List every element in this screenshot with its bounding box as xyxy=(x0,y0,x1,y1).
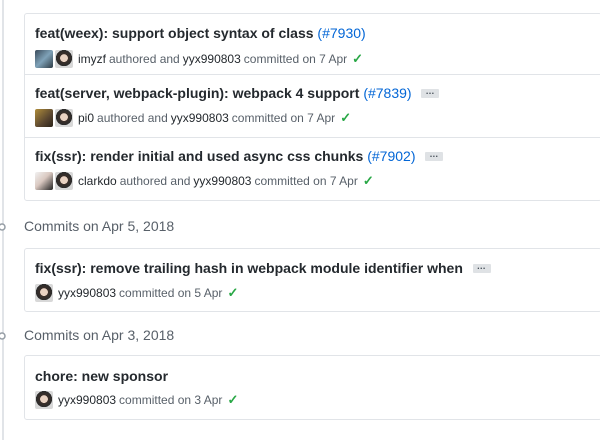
pr-link[interactable]: (#7839) xyxy=(363,85,411,101)
authored-text: authored and xyxy=(119,174,191,188)
author-avatar[interactable] xyxy=(35,284,53,302)
commit-message-link[interactable]: feat(weex): support object syntax of cla… xyxy=(35,25,314,41)
committed-date: committed on 5 Apr xyxy=(119,286,223,300)
commits-date-heading: Commits on Apr 5, 2018 xyxy=(24,218,175,234)
committer-avatar[interactable] xyxy=(55,50,73,68)
commit-group: feat(weex): support object syntax of cla… xyxy=(24,13,600,201)
ellipsis-expander-button[interactable]: … xyxy=(472,261,491,273)
check-icon[interactable]: ✓ xyxy=(340,110,351,126)
check-icon[interactable]: ✓ xyxy=(363,173,374,189)
ellipsis-expander-button[interactable]: … xyxy=(421,86,440,98)
commit-row: fix(ssr): render initial and used async … xyxy=(25,137,600,200)
author-link[interactable]: clarkdo xyxy=(78,174,117,188)
check-icon[interactable]: ✓ xyxy=(227,285,238,301)
commit-message-link[interactable]: fix(ssr): render initial and used async … xyxy=(35,148,363,164)
commit-row: feat(weex): support object syntax of cla… xyxy=(25,14,600,74)
commit-node-icon xyxy=(0,332,6,340)
commit-message-link[interactable]: fix(ssr): remove trailing hash in webpac… xyxy=(35,260,463,276)
commits-date-heading: Commits on Apr 3, 2018 xyxy=(24,327,175,343)
author-link[interactable]: pi0 xyxy=(78,111,94,125)
committed-date: committed on 7 Apr xyxy=(254,174,358,188)
commit-row: feat(server, webpack-plugin): webpack 4 … xyxy=(25,74,600,137)
committed-date: committed on 3 Apr xyxy=(119,393,223,407)
committer-link[interactable]: yyx990803 xyxy=(193,174,251,188)
commit-group: fix(ssr): remove trailing hash in webpac… xyxy=(24,248,600,312)
check-icon[interactable]: ✓ xyxy=(352,51,363,67)
commit-group: chore: new sponsor yyx990803 committed o… xyxy=(24,355,600,420)
pr-link[interactable]: (#7902) xyxy=(367,148,415,164)
check-icon[interactable]: ✓ xyxy=(227,392,238,408)
commit-message-link[interactable]: chore: new sponsor xyxy=(35,368,168,384)
authored-text: authored and xyxy=(109,52,180,66)
commit-message-link[interactable]: feat(server, webpack-plugin): webpack 4 … xyxy=(35,85,359,101)
committer-link[interactable]: yyx990803 xyxy=(171,111,229,125)
committer-avatar[interactable] xyxy=(55,109,73,127)
pr-link[interactable]: (#7930) xyxy=(317,25,365,41)
timeline-line xyxy=(2,0,4,440)
authored-text: authored and xyxy=(97,111,168,125)
author-link[interactable]: yyx990803 xyxy=(58,393,116,407)
committed-date: committed on 7 Apr xyxy=(231,111,336,125)
author-link[interactable]: yyx990803 xyxy=(58,286,116,300)
author-avatar[interactable] xyxy=(35,109,53,127)
commit-row: fix(ssr): remove trailing hash in webpac… xyxy=(25,249,600,311)
author-avatar[interactable] xyxy=(35,50,53,68)
committed-date: committed on 7 Apr xyxy=(243,52,348,66)
author-avatar[interactable] xyxy=(35,172,53,190)
committer-avatar[interactable] xyxy=(55,172,73,190)
ellipsis-expander-button[interactable]: … xyxy=(425,149,444,161)
commit-node-icon xyxy=(0,223,6,231)
author-avatar[interactable] xyxy=(35,391,53,409)
author-link[interactable]: imyzf xyxy=(78,52,106,66)
committer-link[interactable]: yyx990803 xyxy=(183,52,241,66)
commit-row: chore: new sponsor yyx990803 committed o… xyxy=(25,356,600,419)
